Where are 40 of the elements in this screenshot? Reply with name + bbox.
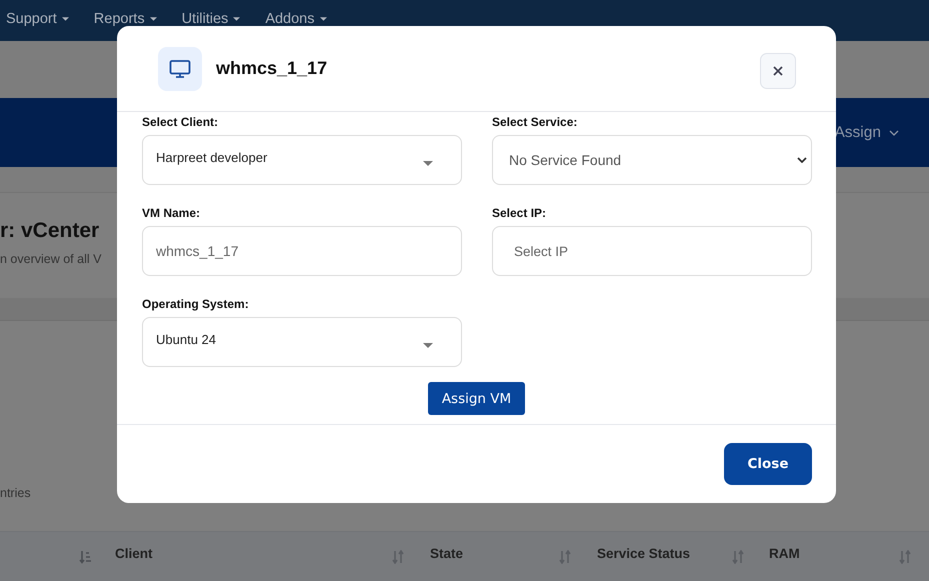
page-subtitle: n overview of all V bbox=[0, 252, 102, 266]
nav-menu-item[interactable]: Support bbox=[6, 10, 69, 26]
caret-icon bbox=[233, 16, 240, 20]
monitor-icon bbox=[158, 46, 202, 90]
assign-vm-button[interactable]: Assign VM bbox=[428, 382, 526, 415]
nav-menu-item[interactable]: Reports bbox=[94, 10, 157, 26]
caret-icon bbox=[320, 16, 326, 20]
column-header[interactable]: RAM bbox=[769, 546, 800, 561]
field-label: Select Client: bbox=[142, 115, 220, 129]
sort-icon[interactable] bbox=[559, 550, 571, 564]
column-header[interactable]: State bbox=[430, 546, 464, 561]
sort-icon[interactable] bbox=[79, 550, 91, 564]
caret-icon bbox=[150, 16, 157, 20]
input-field[interactable]: Select IP bbox=[492, 226, 812, 276]
chevron-down-icon bbox=[889, 130, 899, 136]
toolbar-menu-item[interactable]: Assign bbox=[834, 124, 899, 142]
dropdown-field[interactable]: Harpreet developer bbox=[142, 135, 462, 185]
entries-text: ntries bbox=[0, 486, 31, 500]
close-button[interactable] bbox=[760, 53, 796, 89]
dropdown-field[interactable]: Ubuntu 24 bbox=[142, 317, 462, 367]
column-header[interactable]: Service Status bbox=[597, 546, 690, 561]
nav-menu-item[interactable]: Addons bbox=[265, 10, 326, 26]
field-label: VM Name: bbox=[142, 206, 202, 220]
caret-icon bbox=[423, 343, 433, 348]
sort-icon[interactable] bbox=[392, 550, 404, 564]
nav-menu-item[interactable]: Utilities bbox=[182, 10, 240, 26]
chevron-down-icon bbox=[797, 157, 807, 163]
field-label: Select Service: bbox=[492, 115, 578, 129]
select-field[interactable]: No Service Found bbox=[492, 135, 812, 185]
modal-title: whmcs_1_17 bbox=[216, 58, 328, 79]
field-label: Operating System: bbox=[142, 297, 250, 311]
field-label: Select IP: bbox=[492, 206, 548, 220]
column-header[interactable]: Client bbox=[115, 546, 153, 561]
caret-icon bbox=[62, 16, 69, 20]
sort-icon[interactable] bbox=[732, 550, 744, 564]
close-button[interactable]: Close bbox=[724, 443, 812, 485]
input-field[interactable]: whmcs_1_17 bbox=[142, 226, 462, 276]
page-title: r: vCenter bbox=[0, 219, 100, 243]
sort-icon[interactable] bbox=[899, 550, 911, 564]
close-icon bbox=[773, 66, 783, 76]
